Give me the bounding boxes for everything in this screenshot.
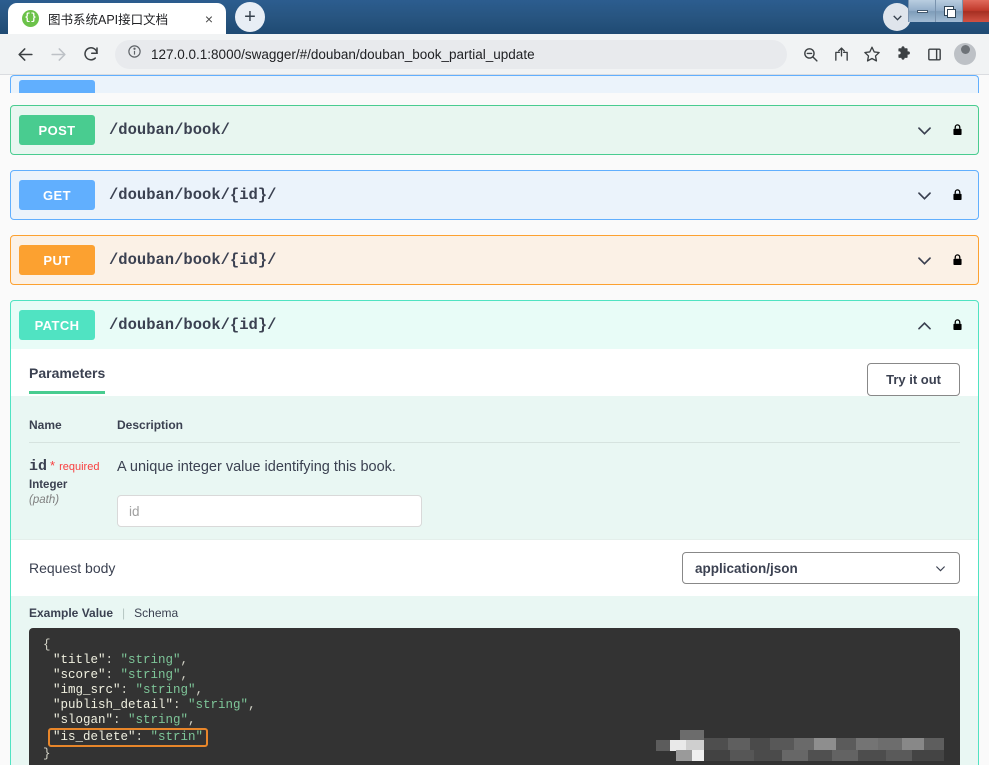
- operation-path-post: /douban/book/: [109, 121, 230, 139]
- chevron-down-icon[interactable]: [913, 249, 935, 271]
- method-badge-patch: PATCH: [19, 310, 95, 340]
- code-line: "score": "string",: [53, 668, 189, 682]
- method-badge-get-partial: [19, 80, 95, 93]
- example-value-area: Example Value | Schema { "title": "strin…: [11, 596, 978, 765]
- url-text: 127.0.0.1:8000/swagger/#/douban/douban_b…: [151, 46, 535, 62]
- zoom-out-icon[interactable]: [796, 40, 824, 68]
- extensions-icon[interactable]: [889, 40, 917, 68]
- close-icon[interactable]: ×: [200, 10, 218, 28]
- swagger-page: POST /douban/book/ GET /douban/book/{id}…: [0, 75, 989, 765]
- lock-icon[interactable]: [949, 185, 966, 205]
- chevron-down-icon: [936, 565, 945, 572]
- minimize-button[interactable]: [908, 0, 935, 22]
- table-row: id * required Integer (path) A unique inte…: [29, 443, 960, 528]
- method-badge-get: GET: [19, 180, 95, 210]
- tab-separator: |: [122, 606, 126, 620]
- code-line: "img_src": "string",: [53, 683, 204, 697]
- parameter-name: id: [29, 458, 48, 475]
- share-icon[interactable]: [827, 40, 855, 68]
- operation-row-partial[interactable]: [10, 75, 979, 93]
- window-controls: [908, 0, 989, 22]
- reload-icon[interactable]: [76, 39, 106, 69]
- parameter-description: A unique integer value identifying this …: [117, 459, 396, 475]
- forward-icon: [43, 39, 73, 69]
- chevron-down-icon[interactable]: [913, 119, 935, 141]
- required-star-icon: *: [50, 458, 56, 473]
- patch-panel-body: Parameters Try it out Name Description i…: [11, 349, 978, 765]
- operation-header-patch[interactable]: PATCH /douban/book/{id}/: [11, 301, 978, 349]
- chevron-down-icon[interactable]: [883, 3, 911, 31]
- operation-path-put: /douban/book/{id}/: [109, 251, 277, 269]
- operation-header-get[interactable]: GET /douban/book/{id}/: [11, 171, 978, 219]
- parameter-description-cell: A unique integer value identifying this …: [117, 443, 960, 527]
- content-type-select[interactable]: application/json: [682, 552, 960, 584]
- code-line-content: "publish_detail": "string": [53, 698, 249, 712]
- profile-avatar-icon[interactable]: [951, 40, 979, 68]
- browser-toolbar: 127.0.0.1:8000/swagger/#/douban/douban_b…: [0, 34, 989, 75]
- operation-row-post[interactable]: POST /douban/book/: [10, 105, 979, 155]
- bookmark-star-icon[interactable]: [858, 40, 886, 68]
- operation-row-get[interactable]: GET /douban/book/{id}/: [10, 170, 979, 220]
- redacted-region: [652, 730, 952, 764]
- code-line: "publish_detail": "string",: [53, 698, 256, 712]
- code-line: "slogan": "string",: [53, 713, 196, 727]
- try-it-out-button[interactable]: Try it out: [867, 363, 960, 396]
- column-header-description: Description: [117, 396, 960, 443]
- tab-example-value[interactable]: Example Value: [29, 606, 113, 620]
- back-icon[interactable]: [10, 39, 40, 69]
- browser-titlebar: {} 图书系统API接口文档 × +: [0, 0, 989, 34]
- browser-window: {} 图书系统API接口文档 × + 127.0.0.1:8000/swagge…: [0, 0, 989, 765]
- operation-path-get: /douban/book/{id}/: [109, 186, 277, 204]
- operation-row-put[interactable]: PUT /douban/book/{id}/: [10, 235, 979, 285]
- lock-icon[interactable]: [949, 315, 966, 335]
- highlighted-code-line: "is_delete": "strin": [48, 728, 209, 747]
- operation-path-patch: /douban/book/{id}/: [109, 316, 277, 334]
- column-header-name: Name: [29, 396, 117, 443]
- table-header-row: Name Description: [29, 396, 960, 443]
- browser-tab[interactable]: {} 图书系统API接口文档 ×: [8, 3, 226, 34]
- tab-parameters[interactable]: Parameters: [29, 365, 106, 394]
- parameters-table: Name Description id * required Integer (pa…: [29, 396, 960, 527]
- swagger-braces-icon: {}: [22, 10, 39, 27]
- operation-row-patch[interactable]: PATCH /douban/book/{id}/ Parameters Try …: [10, 300, 979, 765]
- parameter-location: (path): [29, 494, 60, 506]
- code-line-content: "slogan": "string": [53, 713, 189, 727]
- lock-icon[interactable]: [949, 250, 966, 270]
- code-line: "title": "string",: [53, 653, 189, 667]
- parameter-name-line: id * required: [29, 457, 117, 475]
- code-line-content: "score": "string": [53, 668, 181, 682]
- tab-title: 图书系统API接口文档: [48, 13, 169, 27]
- parameter-type: Integer: [29, 479, 68, 491]
- example-tabs: Example Value | Schema: [29, 606, 960, 628]
- chevron-down-icon[interactable]: [913, 184, 935, 206]
- lock-icon[interactable]: [949, 120, 966, 140]
- request-body-label: Request body: [29, 560, 116, 576]
- code-line-content: "img_src": "string": [53, 683, 196, 697]
- code-line-content: "title": "string": [53, 653, 181, 667]
- parameters-area: Name Description id * required Integer (pa…: [11, 396, 978, 539]
- new-tab-button[interactable]: +: [235, 2, 265, 32]
- side-panel-icon[interactable]: [920, 40, 948, 68]
- titlebar-right: [883, 3, 911, 31]
- code-open-brace: {: [43, 638, 51, 652]
- parameter-name-cell: id * required Integer (path): [29, 443, 117, 528]
- method-badge-put: PUT: [19, 245, 95, 275]
- patch-tabs-row: Parameters Try it out: [11, 349, 978, 396]
- restore-button[interactable]: [935, 0, 962, 22]
- close-window-button[interactable]: [962, 0, 989, 22]
- tab-schema[interactable]: Schema: [134, 606, 178, 620]
- operation-header-put[interactable]: PUT /douban/book/{id}/: [11, 236, 978, 284]
- operation-header-post[interactable]: POST /douban/book/: [11, 106, 978, 154]
- request-body-row: Request body application/json: [11, 539, 978, 596]
- site-info-icon[interactable]: [127, 44, 142, 64]
- content-type-value: application/json: [695, 560, 798, 576]
- address-bar[interactable]: 127.0.0.1:8000/swagger/#/douban/douban_b…: [115, 39, 787, 69]
- tab-strip: {} 图书系统API接口文档 × +: [0, 0, 265, 34]
- method-badge-post: POST: [19, 115, 95, 145]
- required-label: required: [59, 461, 100, 473]
- chevron-up-icon[interactable]: [913, 314, 935, 336]
- example-code-block[interactable]: { "title": "string", "score": "string", "i…: [29, 628, 960, 765]
- parameter-id-input[interactable]: id: [117, 495, 422, 527]
